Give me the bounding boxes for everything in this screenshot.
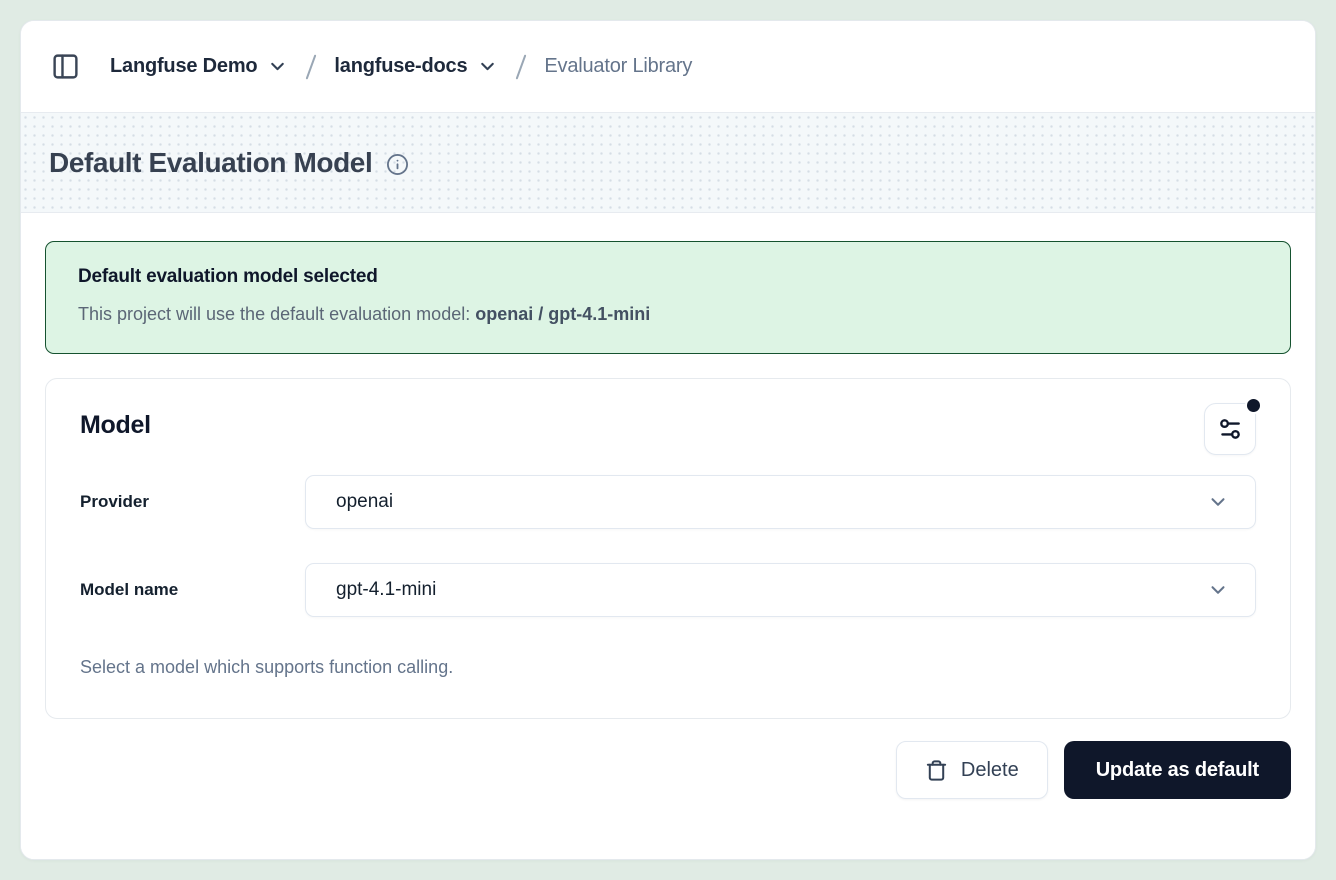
- main-panel: Langfuse Demo langfuse-docs Evaluator Li…: [20, 20, 1316, 860]
- project-switcher[interactable]: langfuse-docs: [334, 55, 498, 78]
- delete-button-label: Delete: [961, 759, 1019, 782]
- breadcrumb-separator: [306, 54, 317, 79]
- model-name-value: gpt-4.1-mini: [336, 579, 436, 601]
- chevron-down-icon: [1207, 579, 1229, 601]
- org-name: Langfuse Demo: [110, 55, 257, 78]
- banner-body: This project will use the default evalua…: [78, 304, 1258, 325]
- footer-actions: Delete Update as default: [45, 741, 1291, 799]
- sliders-settings-icon: [1217, 416, 1243, 442]
- model-name-row: Model name gpt-4.1-mini: [80, 563, 1256, 617]
- model-helper-text: Select a model which supports function c…: [80, 657, 1256, 678]
- model-advanced-settings-button[interactable]: [1204, 403, 1256, 455]
- org-switcher[interactable]: Langfuse Demo: [110, 55, 288, 78]
- provider-label: Provider: [80, 492, 305, 512]
- banner-model-value: openai / gpt-4.1-mini: [475, 304, 650, 324]
- provider-value: openai: [336, 491, 393, 513]
- content-area: Default evaluation model selected This p…: [21, 213, 1315, 859]
- page-header: Default Evaluation Model: [21, 113, 1315, 213]
- update-as-default-button[interactable]: Update as default: [1064, 741, 1291, 799]
- sidebar-toggle-button[interactable]: [51, 52, 80, 81]
- provider-select[interactable]: openai: [305, 475, 1256, 529]
- update-button-label: Update as default: [1096, 759, 1259, 782]
- page-title: Default Evaluation Model: [49, 147, 372, 179]
- breadcrumb-page-link[interactable]: Evaluator Library: [544, 55, 692, 78]
- panel-left-icon: [51, 52, 80, 81]
- trash-icon: [925, 759, 948, 782]
- banner-body-text: This project will use the default evalua…: [78, 304, 475, 324]
- model-name-label: Model name: [80, 580, 305, 600]
- model-card-header: Model: [80, 403, 1256, 455]
- chevron-down-icon: [477, 56, 498, 77]
- chevron-down-icon: [1207, 491, 1229, 513]
- provider-row: Provider openai: [80, 475, 1256, 529]
- delete-button[interactable]: Delete: [896, 741, 1048, 799]
- breadcrumb-separator: [516, 54, 527, 79]
- breadcrumb: Langfuse Demo langfuse-docs Evaluator Li…: [21, 21, 1315, 113]
- info-circle-icon[interactable]: [386, 149, 409, 176]
- project-name: langfuse-docs: [334, 55, 467, 78]
- model-card: Model Provider openai: [45, 378, 1291, 719]
- notification-dot: [1245, 397, 1262, 414]
- banner-title: Default evaluation model selected: [78, 266, 1258, 288]
- chevron-down-icon: [267, 56, 288, 77]
- model-name-select[interactable]: gpt-4.1-mini: [305, 563, 1256, 617]
- model-card-title: Model: [80, 403, 151, 440]
- default-model-banner: Default evaluation model selected This p…: [45, 241, 1291, 354]
